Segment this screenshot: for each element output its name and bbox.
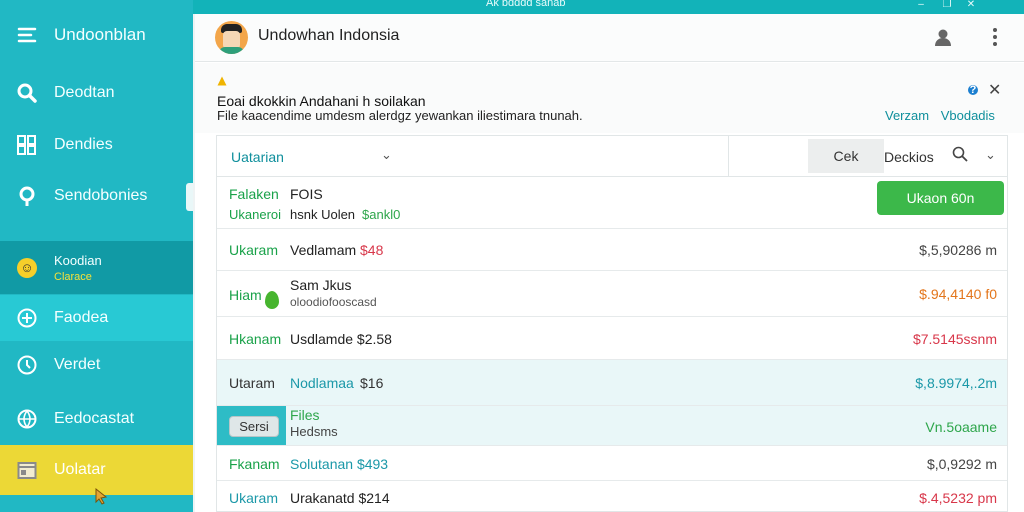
more-vertical-icon[interactable] (985, 27, 1005, 47)
sidebar: Undoonblan Deodtan Dendies Sendobonies ☺… (0, 0, 193, 512)
grid-icon (16, 134, 38, 156)
table-row[interactable]: Hiam Sam Jkus oloodiofooscasd $.94,4140 … (217, 271, 1007, 317)
sidebar-item-label: Uolatar (54, 461, 106, 478)
row-subtext: hsnk Uolen (290, 207, 356, 222)
help-icon[interactable]: ? (968, 85, 978, 96)
series-button[interactable]: Sersi (229, 416, 279, 437)
table-toolbar: Uatarian ⌄ Cek Deckios ⌄ (217, 136, 1007, 177)
avatar[interactable] (215, 21, 248, 54)
row-status: Fkanam (229, 456, 280, 472)
search-icon (16, 82, 38, 104)
row-amount: $.94,4140 f0 (919, 286, 997, 302)
notice-title: Eoai dkokkin Andahani h soilakan (217, 93, 426, 109)
menu-icon[interactable] (16, 24, 38, 46)
row-amount: $.4,5232 pm (919, 490, 997, 506)
sidebar-item-label: Faodea (54, 309, 109, 326)
notice-description: File kaacendime umdesm alerdgz yewankan … (217, 108, 583, 123)
sidebar-item-label: Sendobonies (54, 187, 148, 204)
page-title: Undowhan Indonsia (258, 27, 400, 44)
table-row[interactable]: Utaram Nodlamaa $16 $,8.9974,.2m (217, 360, 1007, 406)
target-icon (16, 307, 38, 329)
sidebar-item-faodea[interactable]: Faodea (0, 295, 193, 341)
cek-button[interactable]: Cek (808, 139, 884, 173)
row-name: Vedlamam (290, 242, 357, 258)
row-amount: $,0,9292 m (926, 456, 997, 472)
row-subtext: Hedsms (290, 424, 338, 439)
filter-select[interactable]: Uatarian (231, 149, 284, 165)
leaf-icon (265, 291, 279, 309)
sidebar-item-dendies[interactable]: Dendies (0, 130, 193, 160)
row-name: Files (290, 407, 320, 423)
search-icon[interactable] (952, 146, 968, 167)
emoji-icon: ☺ (17, 257, 37, 278)
row-name: Solutanan $493 (290, 456, 389, 472)
sidebar-resize-handle[interactable] (186, 183, 193, 211)
row-amount: $7.5145ssnm (912, 331, 997, 347)
table-row[interactable]: Ukaram Vedlamam $48 $,5,90286 m (217, 229, 1007, 271)
calendar-icon (16, 459, 38, 481)
search-label[interactable]: Deckios (884, 149, 934, 165)
data-table: Uatarian ⌄ Cek Deckios ⌄ Falaken FOIS Uk… (216, 135, 1008, 512)
notice-link-vbodadis[interactable]: Vbodadis (941, 108, 995, 123)
row-status: Utaram (229, 375, 275, 391)
sidebar-item-label: Deodtan (54, 84, 115, 101)
row-price: $16 (360, 375, 384, 391)
table-row[interactable]: Falaken FOIS Ukaneroi hsnk Uolen $ankl0 … (217, 177, 1007, 229)
sidebar-item-label: Verdet (54, 356, 101, 373)
row-amount: Vn.5oaame (925, 419, 997, 435)
chevron-down-icon[interactable]: ⌄ (985, 147, 996, 163)
row-status: Ukaram (229, 242, 279, 258)
main-panel: Undowhan Indonsia Eoai dkokkin Andahani … (195, 14, 1024, 512)
table-row[interactable]: Hkanam Usdlamde $2.58 $7.5145ssnm (217, 317, 1007, 360)
row-name: FOIS (290, 186, 323, 202)
row-name: Usdlamde $2.58 (290, 331, 392, 347)
sidebar-item-sublabel: Clarace (54, 271, 92, 283)
notice-links: Verzam Vbodadis (885, 108, 1003, 123)
row-status: Ukaram (229, 490, 279, 506)
row-amount: $,8.9974,.2m (915, 375, 997, 391)
row-name: Urakanatd $214 (290, 490, 390, 506)
table-row[interactable]: Fkanam Solutanan $493 $,0,9292 m (217, 446, 1007, 481)
notice-link-verzam[interactable]: Verzam (885, 108, 929, 123)
row-status: Falaken (229, 186, 279, 202)
sidebar-item-sendobonies[interactable]: Sendobonies (0, 181, 193, 211)
row-substatus: Ukaneroi (229, 207, 282, 222)
sidebar-item-label: Dendies (54, 136, 113, 153)
table-row[interactable]: Ukaram Urakanatd $214 $.4,5232 pm (217, 481, 1007, 512)
close-icon[interactable]: ✕ (988, 80, 1001, 100)
row-status: Hiam (229, 287, 262, 303)
sidebar-item-verdet[interactable]: Verdet (0, 350, 193, 380)
sidebar-item-eedocastat[interactable]: Eedocastat (0, 404, 193, 434)
row-action-button[interactable]: Ukaon 60n (877, 181, 1004, 215)
key-icon (16, 185, 38, 207)
window-title: Ak bdddd sanab (486, 0, 566, 9)
row-status: Hkanam (229, 331, 282, 347)
chevron-down-icon[interactable]: ⌄ (381, 147, 392, 163)
row-name: Nodlamaa (290, 375, 354, 391)
table-row-selected[interactable]: Sersi Files Hedsms Vn.5oaame (217, 406, 1007, 446)
sidebar-item-label: Eedocastat (54, 410, 135, 427)
warning-icon (217, 76, 227, 86)
globe-icon (16, 408, 38, 430)
app-header: Undowhan Indonsia (195, 14, 1024, 62)
app-title-label: Undoonblan (54, 25, 146, 44)
sidebar-item-koodian[interactable]: ☺ Koodian Clarace (0, 241, 193, 294)
user-icon[interactable] (933, 27, 953, 47)
app-title[interactable]: Undoonblan (0, 20, 193, 50)
sidebar-item-deodtan[interactable]: Deodtan (0, 78, 193, 108)
row-price: $48 (360, 242, 384, 258)
sidebar-item-label: Koodian (54, 253, 102, 268)
restore-icon[interactable]: ❐ (938, 0, 956, 12)
close-window-icon[interactable]: ✕ (962, 0, 980, 12)
row-subamount: $ankl0 (362, 207, 401, 222)
row-name: Sam Jkus (290, 277, 352, 293)
row-amount: $,5,90286 m (919, 242, 997, 258)
mouse-cursor-icon (94, 487, 110, 510)
clock-icon (16, 354, 38, 376)
minimize-icon[interactable]: – (912, 0, 930, 12)
row-subtext: oloodiofooscasd (290, 295, 377, 309)
